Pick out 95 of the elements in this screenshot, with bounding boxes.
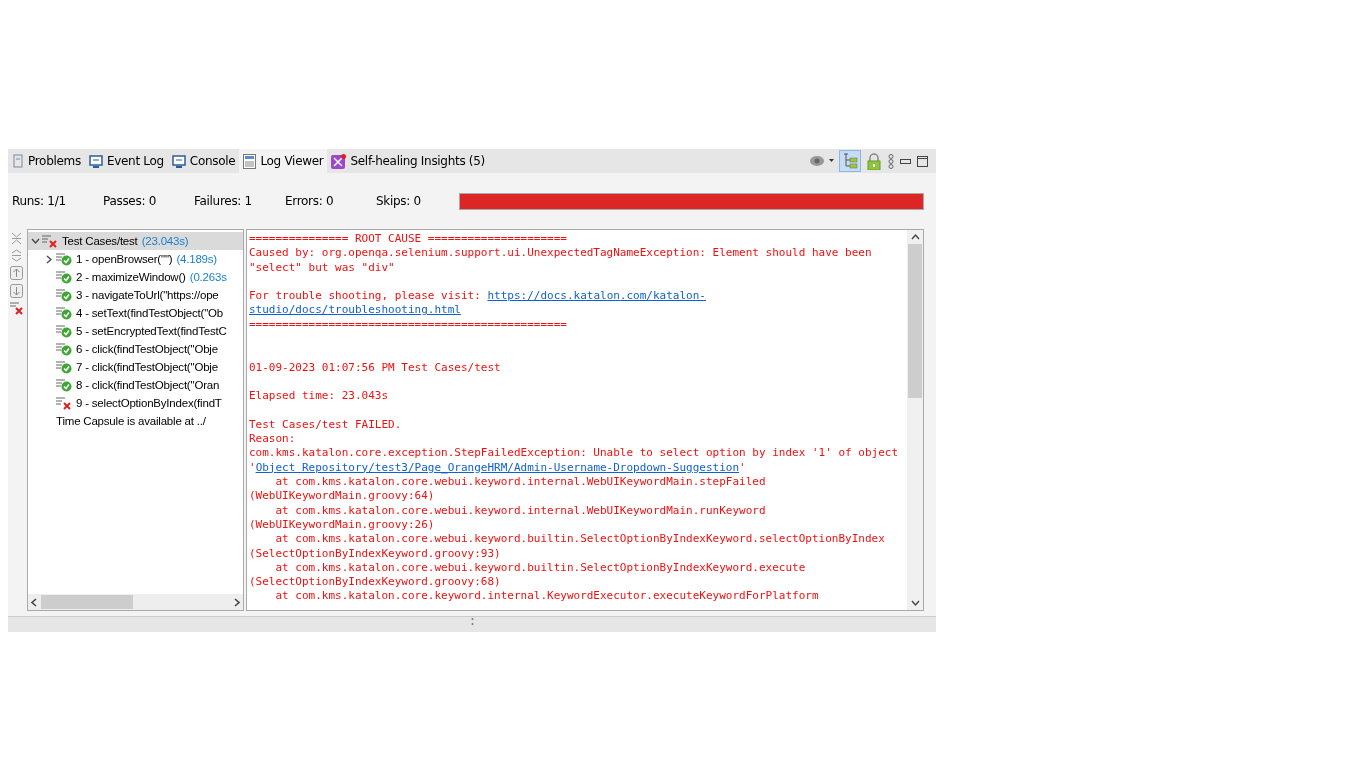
log-icon: [243, 153, 257, 169]
test-tree-item[interactable]: Test Cases/test (23.043s): [28, 232, 243, 250]
view-tab[interactable]: Self-healing Insights (5): [327, 149, 489, 173]
test-tree-item[interactable]: 6 - click(findTestObject("Obje: [42, 340, 243, 358]
test-tree-item[interactable]: 8 - click(findTestObject("Oran: [42, 376, 243, 394]
step-label: 1 - openBrowser(""): [76, 253, 173, 265]
stat-label: Runs:: [12, 194, 44, 208]
passed-step-icon: [56, 306, 72, 320]
log-line: at com.kms.katalon.core.webui.keyword.builtin.SelectOptionByIndexKeyword.execute: [274, 560, 807, 576]
log-line: (SelectOptionByIndexKeyword.groovy:93): [249, 546, 502, 561]
test-tree-item[interactable]: 3 - navigateToUrl("https://ope: [42, 286, 243, 304]
log-line: 01-09-2023 01:07:56 PM Test Cases/test: [249, 360, 502, 375]
more-icon[interactable]: [888, 153, 894, 169]
stat-label: Passes:: [103, 194, 146, 208]
test-tree-item[interactable]: Time Capsule is available at ../: [42, 412, 243, 430]
test-tree-item[interactable]: 2 - maximizeWindow() (0.263s: [42, 268, 243, 286]
log-text: For trouble shooting, please visit:: [249, 289, 482, 303]
log-line: ================================================: [249, 317, 568, 333]
stat-label: Errors:: [285, 194, 323, 208]
view-tab[interactable]: Problems: [8, 149, 85, 173]
passed-step-icon: [56, 288, 72, 302]
log-line: Elapsed time: 23.043s: [249, 389, 390, 404]
log-line: Test Cases/test FAILED.: [249, 417, 403, 433]
chevron-right-icon[interactable]: [234, 597, 241, 607]
step-label: 2 - maximizeWindow(): [76, 271, 186, 283]
step-label: 7 - click(findTestObject("Obje: [76, 361, 218, 373]
step-label: 8 - click(findTestObject("Oran: [76, 379, 220, 391]
log-line: =============== ROOT CAUSE =====================: [249, 232, 568, 247]
test-tree-item[interactable]: 9 - selectOptionByIndex(findT: [42, 394, 243, 412]
view-tab[interactable]: Console: [167, 149, 240, 173]
note-text: Time Capsule is available at ../: [56, 415, 206, 427]
passed-step-icon: [56, 360, 72, 374]
lock-icon[interactable]: [866, 152, 882, 170]
log-line: at com.kms.katalon.core.webui.keyword.internal.WebUIKeywordMain.runKeyword: [274, 503, 767, 518]
log-link[interactable]: Object Repository/test3/Page_OrangeHRM/Admin-Username-Dropdown-Suggestion: [255, 460, 740, 474]
eye-icon[interactable]: [810, 155, 834, 167]
monitor-icon: [88, 154, 103, 168]
passed-step-icon: [56, 324, 72, 338]
tree-view-toggle[interactable]: [840, 151, 860, 171]
horizontal-scrollbar[interactable]: [28, 594, 243, 610]
monitor-icon: [171, 154, 186, 168]
failures-only-icon[interactable]: [9, 302, 24, 315]
test-tree-item[interactable]: 1 - openBrowser("") (4.189s): [42, 250, 243, 268]
log-link[interactable]: https://docs.katalon.com/katalon-: [487, 289, 706, 303]
collapse-all-icon[interactable]: [11, 232, 22, 245]
test-tree-item[interactable]: 4 - setText(findTestObject("Ob: [42, 304, 243, 322]
chevron-down-icon[interactable]: [30, 238, 40, 244]
log-line: "select" but was "div": [249, 260, 396, 275]
step-label: 6 - click(findTestObject("Obje: [76, 343, 218, 355]
failed-step-icon: [56, 396, 72, 410]
step-label: 9 - selectOptionByIndex(findT: [76, 397, 222, 409]
passed-step-icon: [56, 378, 72, 392]
log-line: at com.kms.katalon.core.webui.keyword.builtin.SelectOptionByIndexKeyword.selectOptionByIndex: [274, 532, 886, 547]
passed-step-icon: [56, 270, 72, 284]
step-label: Test Cases/test: [62, 235, 138, 247]
step-label: 3 - navigateToUrl("https://ope: [76, 289, 219, 301]
log-line: Reason:: [249, 432, 297, 447]
stat-label: Failures:: [194, 194, 242, 208]
log-text: ': [249, 460, 256, 474]
expand-all-icon[interactable]: [11, 249, 22, 262]
passed-step-icon: [56, 342, 72, 356]
log-link[interactable]: studio/docs/troubleshooting.html: [249, 303, 461, 317]
log-line: at com.kms.katalon.core.keyword.internal.KeywordExecutor.executeKeywordForPlatform: [274, 589, 820, 604]
stat-value: 0: [325, 194, 334, 208]
test-tree-item[interactable]: 7 - click(findTestObject("Obje: [42, 358, 243, 376]
log-line: (SelectOptionByIndexKeyword.groovy:68): [249, 575, 502, 590]
log-line: (WebUIKeywordMain.groovy:64): [249, 489, 436, 504]
vertical-scrollbar[interactable]: [907, 230, 923, 610]
chevron-left-icon[interactable]: [30, 597, 37, 607]
stat-value: 1: [244, 194, 252, 208]
minimize-icon[interactable]: [900, 158, 911, 164]
log-text: ': [739, 460, 746, 474]
duration-text: (23.043s): [141, 235, 189, 247]
stat-value: 0: [413, 194, 421, 208]
stat-value: 1/1: [47, 194, 66, 208]
view-tab[interactable]: Event Log: [84, 149, 168, 173]
log-line: at com.kms.katalon.core.webui.keyword.internal.WebUIKeywordMain.stepFailed: [274, 475, 767, 490]
duration-text: (4.189s): [176, 253, 217, 265]
arrow-down-icon[interactable]: [10, 284, 23, 298]
duration-text: (0.263s: [189, 271, 227, 283]
test-tree-item[interactable]: 5 - setEncryptedText(findTestC: [42, 322, 243, 340]
log-line: (WebUIKeywordMain.groovy:26): [249, 517, 436, 533]
maximize-icon[interactable]: [917, 155, 928, 167]
arrow-up-icon[interactable]: [10, 266, 23, 280]
step-label: 5 - setEncryptedText(findTestC: [76, 325, 227, 337]
passed-step-icon: [56, 252, 72, 266]
log-line: Caused by: org.openqa.selenium.support.ui.UnexpectedTagNameException: Element should have been: [249, 246, 873, 261]
view-tab[interactable]: Log Viewer: [239, 149, 328, 173]
step-label: 4 - setText(findTestObject("Ob: [76, 307, 223, 319]
stat-value: 0: [148, 194, 156, 208]
stat-label: Skips:: [376, 194, 410, 208]
failed-step-icon: [42, 234, 58, 248]
log-line: com.kms.katalon.core.exception.StepFailedException: Unable to select option by index '1' of object: [249, 446, 899, 461]
chevron-right-icon[interactable]: [46, 254, 52, 264]
resize-handle-icon[interactable]: [470, 617, 474, 626]
